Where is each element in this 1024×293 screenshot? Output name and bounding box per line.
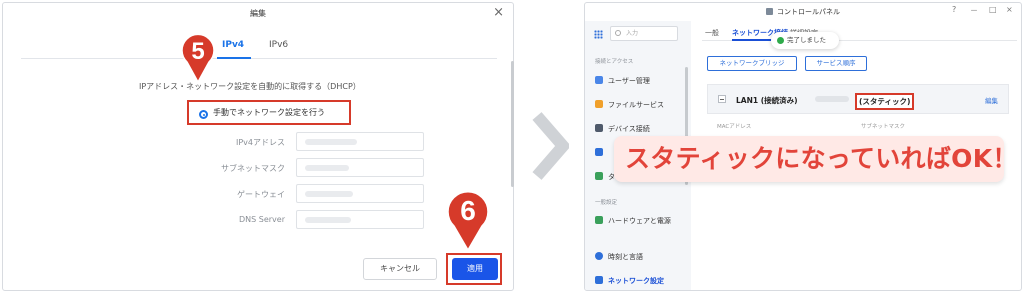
step-5-pin: 5	[180, 30, 216, 84]
maximize-icon[interactable]: □	[989, 5, 997, 14]
network-icon	[595, 276, 603, 284]
window-title-text: コントロールパネル	[777, 8, 840, 16]
subnet-mask-input[interactable]	[296, 158, 424, 177]
dns-server-label: DNS Server	[239, 215, 285, 224]
dhcp-option-label: IPアドレス・ネットワーク設定を自動的に取得する（DHCP）	[139, 82, 361, 91]
tab-active-underline	[217, 57, 251, 59]
search-input[interactable]: 入力	[610, 26, 678, 41]
subnet-mask-column: サブネットマスク	[861, 124, 906, 130]
sidebar-item-label: デバイス接続	[608, 125, 650, 133]
edit-dialog: 編集 × IPv4 IPv6 IPアドレス・ネットワーク設定を自動的に取得する（…	[2, 2, 514, 291]
subnet-mask-label: サブネットマスク	[221, 164, 285, 173]
ipv4-address-input[interactable]	[296, 132, 424, 151]
chevron-right-icon	[531, 112, 571, 184]
help-icon[interactable]: ?	[952, 5, 956, 14]
gateway-label: ゲートウェイ	[237, 190, 285, 199]
apply-button[interactable]: 適用	[452, 258, 498, 280]
manual-option-label[interactable]: 手動でネットワーク設定を行う	[213, 107, 325, 118]
step-6-pin: 6	[446, 186, 490, 252]
cancel-button[interactable]: キャンセル	[363, 258, 437, 280]
section-general-settings: 一般設定	[595, 200, 618, 206]
terminal-icon	[595, 172, 603, 180]
dialog-header: 編集 ×	[3, 3, 513, 25]
search-icon	[615, 30, 621, 36]
dialog-title: 編集	[250, 9, 266, 18]
sidebar-item-hardware-power[interactable]: ハードウェアと電源	[595, 216, 671, 226]
sidebar-item-file-services[interactable]: ファイルサービス	[595, 100, 664, 110]
tab-general[interactable]: 一般	[705, 28, 719, 38]
sidebar-item-label: ネットワーク設定	[608, 277, 664, 285]
dhcp-option[interactable]: IPアドレス・ネットワーク設定を自動的に取得する（DHCP）	[139, 81, 361, 92]
service-order-button[interactable]: サービス順序	[805, 56, 867, 71]
sidebar-item-label: ユーザー管理	[608, 77, 650, 85]
sidebar-item-time-language[interactable]: 時刻と言語	[595, 252, 643, 262]
lan1-panel: LAN1 (接続済み) (スタティック) 編集	[707, 84, 1009, 114]
sidebar-item-label: ハードウェアと電源	[608, 217, 671, 225]
sidebar-item-hidden[interactable]	[595, 148, 608, 157]
lan1-name: LAN1 (接続済み)	[736, 96, 798, 105]
lan1-ip-redacted	[815, 96, 849, 102]
tab-divider	[21, 58, 497, 59]
lan1-status-static: (スタティック)	[855, 93, 915, 110]
tab-active-underline	[732, 39, 772, 41]
step-6-number: 6	[460, 195, 476, 226]
control-panel-icon	[766, 8, 773, 15]
user-icon	[595, 76, 603, 84]
apps-grid-icon[interactable]	[594, 30, 603, 39]
check-icon	[777, 37, 784, 44]
share-icon	[595, 148, 603, 156]
mac-address-column: MACアドレス	[717, 124, 752, 130]
device-icon	[595, 124, 603, 132]
toast-notification: 完了しました	[771, 32, 839, 49]
search-placeholder: 入力	[626, 30, 639, 37]
sidebar-item-network-settings[interactable]: ネットワーク設定	[595, 276, 664, 286]
dns-server-input[interactable]	[296, 210, 424, 229]
toast-text: 完了しました	[787, 36, 826, 44]
sidebar-item-user-management[interactable]: ユーザー管理	[595, 76, 650, 86]
network-bridge-button[interactable]: ネットワークブリッジ	[707, 56, 797, 71]
power-icon	[595, 216, 603, 224]
step-5-number: 5	[191, 38, 205, 65]
globe-icon	[595, 252, 603, 260]
sidebar-item-label: ファイルサービス	[608, 101, 664, 109]
close-icon[interactable]: ×	[1006, 5, 1013, 14]
collapse-icon[interactable]	[718, 95, 726, 103]
manual-radio[interactable]	[199, 110, 208, 119]
dialog-scrollbar[interactable]	[511, 61, 514, 187]
minimize-icon[interactable]: －	[970, 5, 978, 16]
gateway-input[interactable]	[296, 184, 424, 203]
sidebar-item-label: 時刻と言語	[608, 253, 643, 261]
callout-banner: スタティックになっていればOK！	[614, 136, 1017, 182]
sidebar-item-device-connection[interactable]: デバイス接続	[595, 124, 650, 134]
folder-icon	[595, 100, 603, 108]
lan1-edit-link[interactable]: 編集	[985, 95, 998, 105]
section-connection-access: 接続とアクセス	[595, 59, 634, 65]
ipv4-address-label: IPv4アドレス	[235, 138, 285, 147]
tab-ipv6[interactable]: IPv6	[269, 40, 288, 50]
close-icon[interactable]: ×	[493, 5, 504, 20]
tab-ipv4[interactable]: IPv4	[222, 40, 244, 50]
